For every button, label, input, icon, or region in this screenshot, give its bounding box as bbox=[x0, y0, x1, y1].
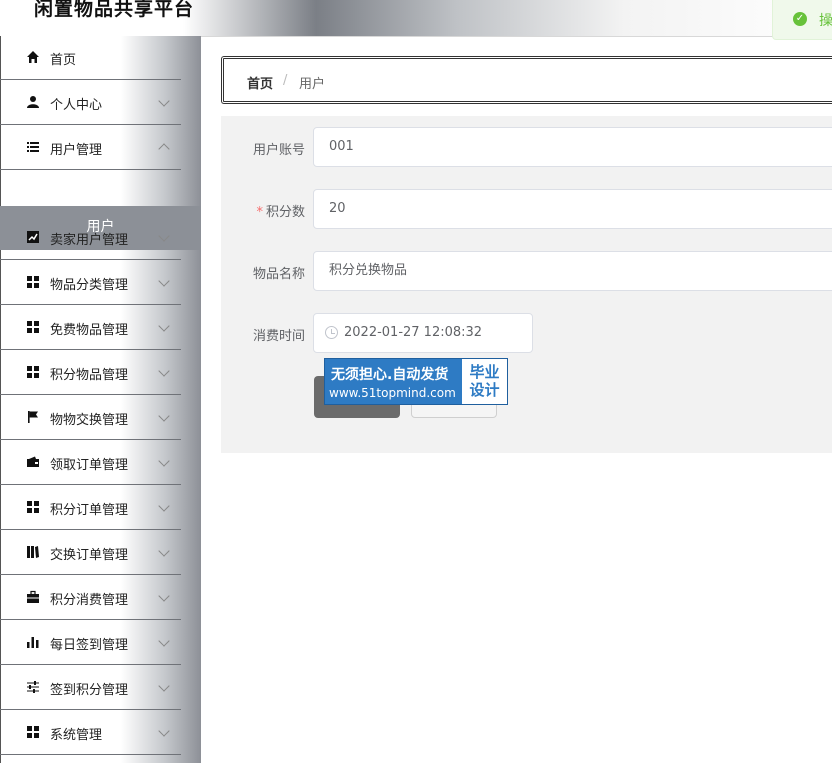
watermark-line2: www.51topmind.com bbox=[329, 386, 456, 400]
sidebar-item-personal-center[interactable]: 个人中心 bbox=[0, 81, 181, 125]
sidebar-item-label: 物物交换管理 bbox=[50, 413, 129, 428]
sidebar-item-label: 卖家用户管理 bbox=[50, 233, 129, 248]
success-toast: ✓ 操 bbox=[772, 0, 832, 40]
sidebar-item-system-management[interactable]: 系统管理 bbox=[0, 711, 181, 755]
chevron-down-icon bbox=[158, 410, 170, 422]
sidebar-item-exchange-orders[interactable]: 交换订单管理 bbox=[0, 531, 181, 575]
chevron-down-icon bbox=[158, 320, 170, 332]
sidebar-item-points-items[interactable]: 积分物品管理 bbox=[0, 351, 181, 395]
breadcrumb-separator: / bbox=[283, 73, 288, 88]
watermark-badge: 无须担心.自动发货 www.51topmind.com 毕业 设计 bbox=[324, 358, 508, 405]
account-label: 用户账号 bbox=[252, 143, 305, 158]
watermark-right1: 毕业 bbox=[469, 363, 500, 381]
sidebar-item-label: 积分物品管理 bbox=[50, 368, 129, 383]
sidebar-item-barter-management[interactable]: 物物交换管理 bbox=[0, 396, 181, 440]
chevron-down-icon bbox=[158, 545, 170, 557]
bar-chart-icon bbox=[26, 635, 40, 649]
sidebar-item-free-items[interactable]: 免费物品管理 bbox=[0, 306, 181, 350]
breadcrumb: 首页 / 用户 bbox=[221, 56, 832, 104]
breadcrumb-home[interactable]: 首页 bbox=[247, 73, 273, 92]
clock-icon bbox=[325, 326, 338, 339]
chevron-down-icon bbox=[158, 365, 170, 377]
account-input[interactable]: 001 bbox=[313, 127, 832, 167]
chevron-down-icon bbox=[158, 590, 170, 602]
chevron-up-icon bbox=[158, 143, 170, 155]
app-title: 闲置物品共享平台 bbox=[34, 0, 195, 20]
chevron-down-icon bbox=[158, 455, 170, 467]
chevron-down-icon bbox=[158, 95, 170, 107]
chevron-down-icon bbox=[158, 275, 170, 287]
check-circle-icon: ✓ bbox=[793, 12, 807, 26]
points-input[interactable]: 20 bbox=[313, 189, 832, 229]
sidebar-item-daily-signin[interactable]: 每日签到管理 bbox=[0, 621, 181, 665]
chevron-down-icon bbox=[158, 635, 170, 647]
home-icon bbox=[26, 50, 40, 64]
sidebar-item-label: 领取订单管理 bbox=[50, 458, 129, 473]
sidebar-item-label: 交换订单管理 bbox=[50, 548, 129, 563]
chevron-down-icon bbox=[158, 230, 170, 242]
flag-icon bbox=[26, 410, 40, 424]
top-header: 闲置物品共享平台 bbox=[0, 0, 832, 37]
sidebar-item-label: 个人中心 bbox=[50, 98, 103, 113]
list-icon bbox=[26, 140, 40, 154]
sidebar-item-label: 每日签到管理 bbox=[50, 638, 129, 653]
toast-text: 操 bbox=[819, 13, 832, 29]
required-mark: * bbox=[256, 205, 263, 220]
briefcase-icon bbox=[26, 590, 40, 604]
sidebar-item-label: 物品分类管理 bbox=[50, 278, 129, 293]
sidebar-item-label: 首页 bbox=[50, 53, 77, 68]
sidebar-item-label: 积分消费管理 bbox=[50, 593, 129, 608]
watermark-right-block: 毕业 设计 bbox=[462, 359, 507, 404]
grid-icon bbox=[26, 365, 40, 379]
time-value: 2022-01-27 12:08:32 bbox=[344, 325, 483, 340]
sidebar-item-points-orders[interactable]: 积分订单管理 bbox=[0, 486, 181, 530]
user-icon bbox=[26, 95, 40, 109]
time-picker[interactable]: 2022-01-27 12:08:32 bbox=[313, 313, 533, 353]
sidebar-item-home[interactable]: 首页 bbox=[0, 36, 181, 80]
points-label: * 积分数 bbox=[221, 201, 305, 220]
sliders-icon bbox=[26, 680, 40, 694]
sidebar-item-seller-management[interactable]: 卖家用户管理 bbox=[0, 216, 181, 260]
item-name-label: 物品名称 bbox=[252, 267, 305, 282]
sidebar-item-label: 积分订单管理 bbox=[50, 503, 129, 518]
chart-icon bbox=[26, 230, 40, 244]
sidebar-item-label: 用户管理 bbox=[50, 143, 103, 158]
sidebar-item-points-consumption[interactable]: 积分消费管理 bbox=[0, 576, 181, 620]
grid-icon bbox=[26, 500, 40, 514]
chevron-down-icon bbox=[158, 725, 170, 737]
sidebar-item-category-management[interactable]: 物品分类管理 bbox=[0, 261, 181, 305]
sidebar-item-label: 签到积分管理 bbox=[50, 683, 129, 698]
sidebar-menu: 首页 个人中心 用户管理 用户 卖家用户管理 物品分类管理 免费物品管理 积分物… bbox=[0, 36, 201, 763]
watermark-right2: 设计 bbox=[469, 381, 500, 399]
grid-icon bbox=[26, 725, 40, 739]
chevron-down-icon bbox=[158, 680, 170, 692]
wallet-icon bbox=[26, 455, 40, 469]
sidebar-item-user-management[interactable]: 用户管理 bbox=[0, 126, 181, 170]
breadcrumb-current: 用户 bbox=[299, 77, 326, 92]
points-label-text: 积分数 bbox=[265, 205, 305, 220]
watermark-text-block: 无须担心.自动发货 www.51topmind.com bbox=[325, 359, 461, 404]
sidebar-item-signin-points[interactable]: 签到积分管理 bbox=[0, 666, 181, 710]
time-label: 消费时间 bbox=[252, 329, 305, 344]
sidebar-item-claim-orders[interactable]: 领取订单管理 bbox=[0, 441, 181, 485]
user-detail-form: 用户账号 001 * 积分数 20 物品名称 积分兑换物品 消费时间 2022-0… bbox=[221, 116, 832, 453]
sidebar-item-label: 免费物品管理 bbox=[50, 323, 129, 338]
watermark-line1: 无须担心.自动发货 bbox=[331, 367, 449, 383]
item-name-input[interactable]: 积分兑换物品 bbox=[313, 251, 832, 291]
grid-icon bbox=[26, 275, 40, 289]
grid-icon bbox=[26, 320, 40, 334]
sidebar-item-label: 系统管理 bbox=[50, 728, 103, 743]
book-icon bbox=[26, 545, 40, 559]
chevron-down-icon bbox=[158, 500, 170, 512]
